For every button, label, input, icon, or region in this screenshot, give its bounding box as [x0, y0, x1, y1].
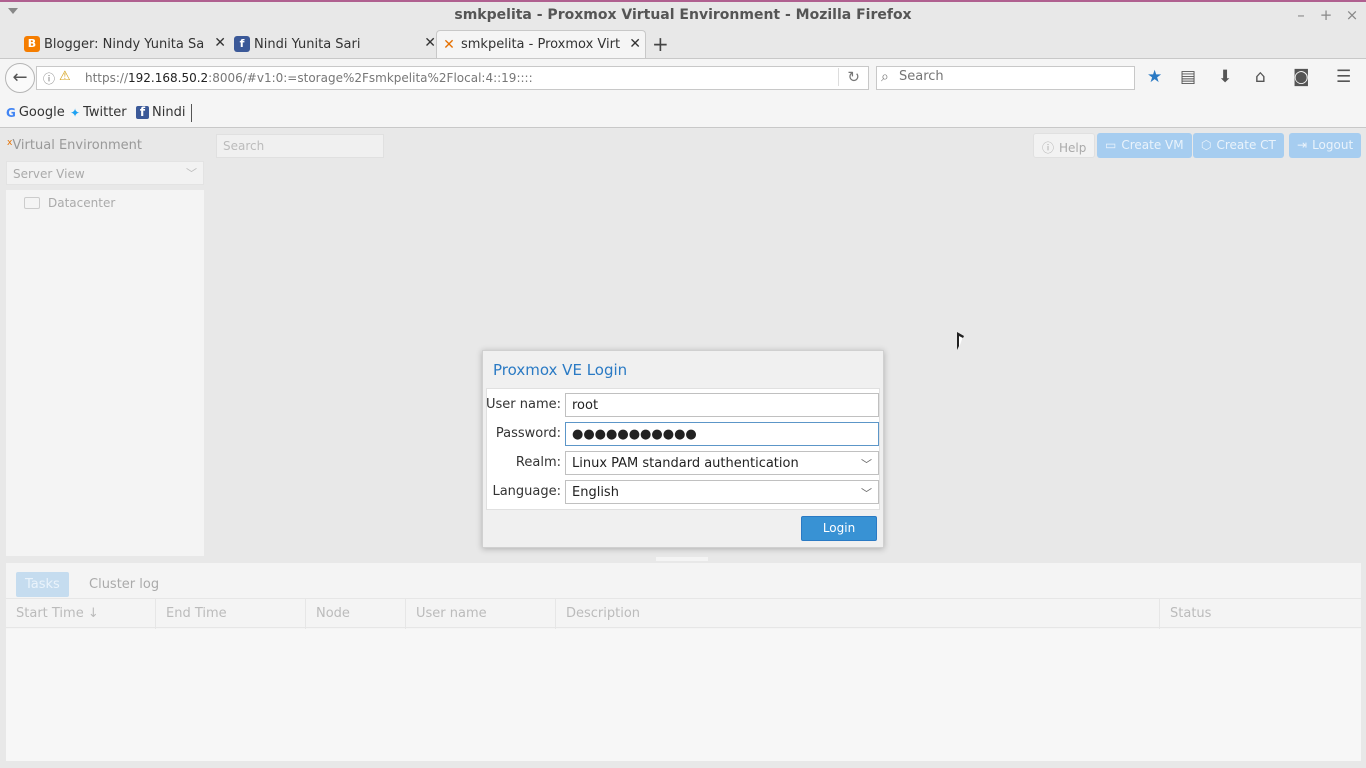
tab-proxmox[interactable]: ✕ smkpelita - Proxmox Virtu... ✕ [436, 30, 646, 58]
info-icon[interactable]: ⓘ [43, 70, 55, 87]
chevron-down-icon[interactable]: ﹀ [861, 456, 872, 472]
language-label: Language: [492, 484, 561, 499]
browser-search-bar[interactable]: ⌕ [876, 66, 1135, 90]
username-label: User name: [485, 397, 561, 412]
back-button[interactable]: ← [5, 63, 35, 93]
maximize-icon[interactable]: + [1316, 6, 1336, 24]
password-field[interactable] [565, 422, 879, 446]
login-dialog-title: Proxmox VE Login [493, 361, 628, 379]
bookmark-nindi[interactable]: f Nindi [136, 105, 185, 120]
realm-select[interactable]: Linux PAM standard authentication ﹀ [565, 451, 879, 475]
tree-item-datacenter[interactable]: Datacenter [10, 196, 115, 210]
task-grid-header: Start Time ↓ End Time Node User name Des… [6, 598, 1361, 629]
bookmark-star-icon[interactable]: ★ [1147, 67, 1162, 87]
google-icon: G [6, 105, 16, 120]
reload-icon[interactable]: ↻ [838, 68, 860, 86]
tree-item-label: Datacenter [48, 196, 116, 210]
realm-label: Realm: [515, 455, 561, 470]
close-tab-icon[interactable]: ✕ [214, 35, 226, 51]
create-ct-button[interactable]: ⬡ Create CT [1193, 133, 1284, 158]
tab-label: smkpelita - Proxmox Virtu... [461, 37, 621, 52]
tab-cluster-log[interactable]: Cluster log [80, 572, 168, 597]
panel-splitter[interactable] [656, 557, 708, 561]
close-tab-icon[interactable]: ✕ [424, 35, 436, 51]
proxmox-icon: ✕ [443, 37, 455, 53]
folder-icon [24, 197, 40, 209]
login-dialog: Proxmox VE Login User name: Password: Re… [482, 350, 884, 548]
browser-search-input[interactable] [899, 69, 1119, 84]
column-start-time[interactable]: Start Time ↓ [6, 599, 156, 629]
mouse-cursor-fill [959, 336, 963, 347]
home-icon[interactable]: ⌂ [1255, 67, 1266, 87]
column-node[interactable]: Node [306, 599, 406, 629]
bookmarks-toolbar: G Google ✦ Twitter f Nindi [0, 98, 1366, 128]
server-view-select[interactable]: Server View ﹀ [6, 161, 204, 185]
language-select[interactable]: English ﹀ [565, 480, 879, 504]
logout-icon: ⇥ [1297, 138, 1308, 152]
hamburger-menu-icon[interactable]: ☰ [1336, 67, 1351, 87]
navigation-bar: ← ⓘ ⚠ https://192.168.50.2:8006/#v1:0:=s… [0, 58, 1366, 98]
task-panel: Tasks Cluster log Start Time ↓ End Time … [6, 563, 1361, 761]
language-value: English [572, 485, 619, 500]
resource-tree: Datacenter [6, 190, 204, 556]
column-description[interactable]: Description [556, 599, 1160, 629]
close-tab-icon[interactable]: ✕ [629, 36, 641, 52]
minimize-icon[interactable]: – [1291, 6, 1311, 24]
column-status[interactable]: Status [1160, 599, 1361, 629]
create-vm-button[interactable]: ▭ Create VM [1097, 133, 1192, 158]
help-button[interactable]: ⓘ Help [1033, 133, 1096, 158]
bookmark-separator [191, 104, 192, 122]
window-titlebar: smkpelita - Proxmox Virtual Environment … [0, 0, 1366, 30]
cube-icon: ⬡ [1201, 138, 1212, 152]
password-label: Password: [495, 426, 561, 441]
reading-list-icon[interactable]: ▤ [1180, 67, 1196, 87]
login-button[interactable]: Login [801, 516, 877, 541]
monitor-icon: ▭ [1105, 138, 1117, 152]
proxmox-brand: xVirtual Environment [7, 138, 142, 153]
tab-facebook[interactable]: f Nindi Yunita Sari ✕ [230, 30, 440, 58]
window-title: smkpelita - Proxmox Virtual Environment … [454, 7, 912, 23]
column-user-name[interactable]: User name [406, 599, 556, 629]
blogger-icon: B [24, 36, 40, 52]
bookmark-label: Twitter [83, 105, 127, 120]
password-row: Password: [487, 422, 881, 446]
language-row: Language: English ﹀ [487, 480, 881, 504]
chevron-down-icon: ﹀ [186, 167, 197, 180]
task-grid-body [6, 629, 1361, 761]
tab-blogger[interactable]: B Blogger: Nindy Yunita Sar... ✕ [20, 30, 230, 58]
realm-value: Linux PAM standard authentication [572, 456, 799, 471]
tab-strip: B Blogger: Nindy Yunita Sar... ✕ f Nindi… [0, 30, 1366, 58]
close-window-icon[interactable]: × [1342, 6, 1362, 24]
bookmark-label: Nindi [152, 105, 186, 120]
bookmark-twitter[interactable]: ✦ Twitter [70, 105, 127, 120]
new-tab-button[interactable]: + [652, 32, 669, 56]
tab-tasks[interactable]: Tasks [16, 572, 69, 597]
pve-search-input[interactable]: Search [216, 134, 384, 158]
column-end-time[interactable]: End Time [156, 599, 306, 629]
insecure-lock-icon[interactable]: ⚠ [59, 69, 71, 84]
tab-label: Nindi Yunita Sari [254, 36, 361, 52]
search-icon: ⌕ [881, 69, 889, 85]
url-bar[interactable]: ⓘ ⚠ https://192.168.50.2:8006/#v1:0:=sto… [36, 66, 869, 90]
facebook-icon: f [234, 36, 250, 52]
bookmark-google[interactable]: G Google [6, 105, 65, 120]
server-view-value: Server View [13, 167, 85, 181]
username-row: User name: [485, 393, 881, 417]
download-icon[interactable]: ⬇ [1218, 67, 1232, 87]
bookmark-label: Google [18, 105, 65, 120]
chevron-down-icon[interactable]: ﹀ [861, 485, 872, 501]
url-text[interactable]: https://192.168.50.2:8006/#v1:0:=storage… [85, 71, 533, 85]
pocket-icon[interactable]: ◙ [1293, 67, 1310, 87]
twitter-icon: ✦ [70, 105, 81, 120]
logout-button[interactable]: ⇥ Logout [1289, 133, 1362, 158]
tab-label: Blogger: Nindy Yunita Sar... [44, 36, 204, 52]
login-form: User name: Password: Realm: Linux PAM st… [486, 388, 880, 510]
help-icon: ⓘ [1042, 141, 1055, 155]
realm-row: Realm: Linux PAM standard authentication… [487, 451, 881, 475]
username-field[interactable] [565, 393, 879, 417]
facebook-icon: f [136, 106, 149, 119]
